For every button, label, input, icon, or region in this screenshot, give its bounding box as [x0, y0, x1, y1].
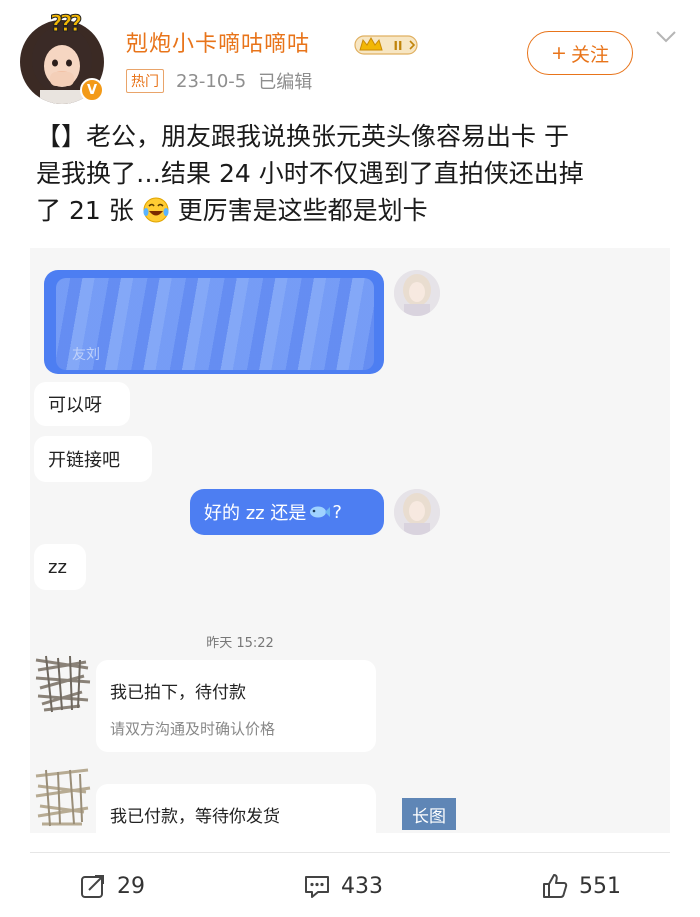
chat-message-1-text: 可以呀	[48, 395, 102, 416]
post-meta: 热门 23-10-5 已编辑	[126, 68, 312, 94]
footer-divider	[30, 852, 670, 853]
blurred-label: 友刘	[72, 347, 100, 363]
order-card-1-subtitle: 请双方沟通及时确认价格	[110, 720, 276, 738]
post-line-3: 了 21 张 更厉害是这些都是划卡	[36, 192, 676, 229]
chat-avatar-self-2	[394, 489, 440, 535]
post-body: 【】老公，朋友跟我说换张元英头像容易出卡 于 是我换了…结果 24 小时不仅遇到…	[36, 118, 676, 229]
like-button[interactable]: 551	[541, 866, 621, 906]
repost-count: 29	[117, 873, 145, 899]
post-line-1: 【】老公，朋友跟我说换张元英头像容易出卡 于	[36, 122, 569, 151]
comment-icon	[305, 876, 329, 898]
chat-message-3: 好的 zz 还是 ?	[190, 489, 384, 535]
comment-button[interactable]: 433	[303, 866, 383, 906]
username[interactable]: 剋炮小卡嘀咕嘀咕	[126, 26, 310, 58]
chat-message-4: zz	[34, 544, 86, 590]
repost-icon	[81, 875, 104, 898]
question-marks-decoration: ???	[49, 12, 82, 38]
chat-message-4-text: zz	[48, 556, 67, 578]
order-card-1: 我已拍下，待付款 请双方沟通及时确认价格	[96, 660, 376, 752]
long-image-tag: 长图	[402, 798, 456, 830]
blurred-message-bubble: 友刘	[44, 270, 384, 374]
fish-emoji-icon	[310, 506, 331, 518]
follow-label: 关注	[570, 43, 609, 66]
user-avatar[interactable]: ??? V	[20, 12, 104, 104]
thumbs-up-icon	[543, 874, 568, 898]
scribbled-avatar-2	[35, 768, 91, 827]
post-line-2: 是我换了…结果 24 小时不仅遇到了直拍侠还出掉	[36, 159, 584, 188]
chat-message-1: 可以呀	[34, 382, 130, 426]
chat-message-3-text-b: ?	[332, 501, 342, 523]
order-card-1-title: 我已拍下，待付款	[110, 683, 246, 703]
chat-message-2: 开链接吧	[34, 436, 152, 482]
chevron-down-icon[interactable]	[655, 30, 677, 44]
level-badge-icon[interactable]: II	[354, 33, 420, 57]
chat-avatar-image-2	[394, 489, 440, 535]
verified-badge-icon: V	[80, 78, 104, 102]
scribbled-avatar-1	[35, 655, 91, 713]
post-date: 23-10-5	[176, 70, 247, 92]
chat-avatar-self	[394, 270, 440, 316]
action-bar: 29 433 551	[0, 866, 700, 906]
hot-tag: 热门	[126, 69, 164, 93]
follow-button[interactable]: + 关注	[527, 31, 633, 75]
order-card-2-title: 我已付款，等待你发货	[110, 807, 280, 827]
like-count: 551	[579, 873, 621, 899]
repost-button[interactable]: 29	[79, 866, 145, 906]
chat-avatar-image	[394, 270, 440, 316]
plus-icon: +	[551, 42, 567, 64]
chat-timestamp: 昨天 15:22	[206, 636, 274, 651]
level-badge-label: II	[394, 39, 403, 53]
order-card-2: 我已付款，等待你发货	[96, 784, 376, 833]
comment-count: 433	[341, 873, 383, 899]
chat-message-3-text-a: 好的 zz 还是	[204, 503, 307, 524]
edited-label: 已编辑	[258, 72, 313, 93]
post-line-3-b: 更厉害是这些都是划卡	[177, 196, 428, 225]
blur-mask	[56, 278, 374, 370]
chat-message-2-text: 开链接吧	[48, 450, 120, 471]
chat-screenshot-image[interactable]: 友刘 可以呀 开链接吧 好的 zz 还是 ? zz 昨天 15:22 我已拍下，…	[30, 248, 670, 833]
post-line-3-a: 了 21 张	[36, 196, 134, 225]
laugh-crying-emoji-icon	[143, 197, 169, 223]
